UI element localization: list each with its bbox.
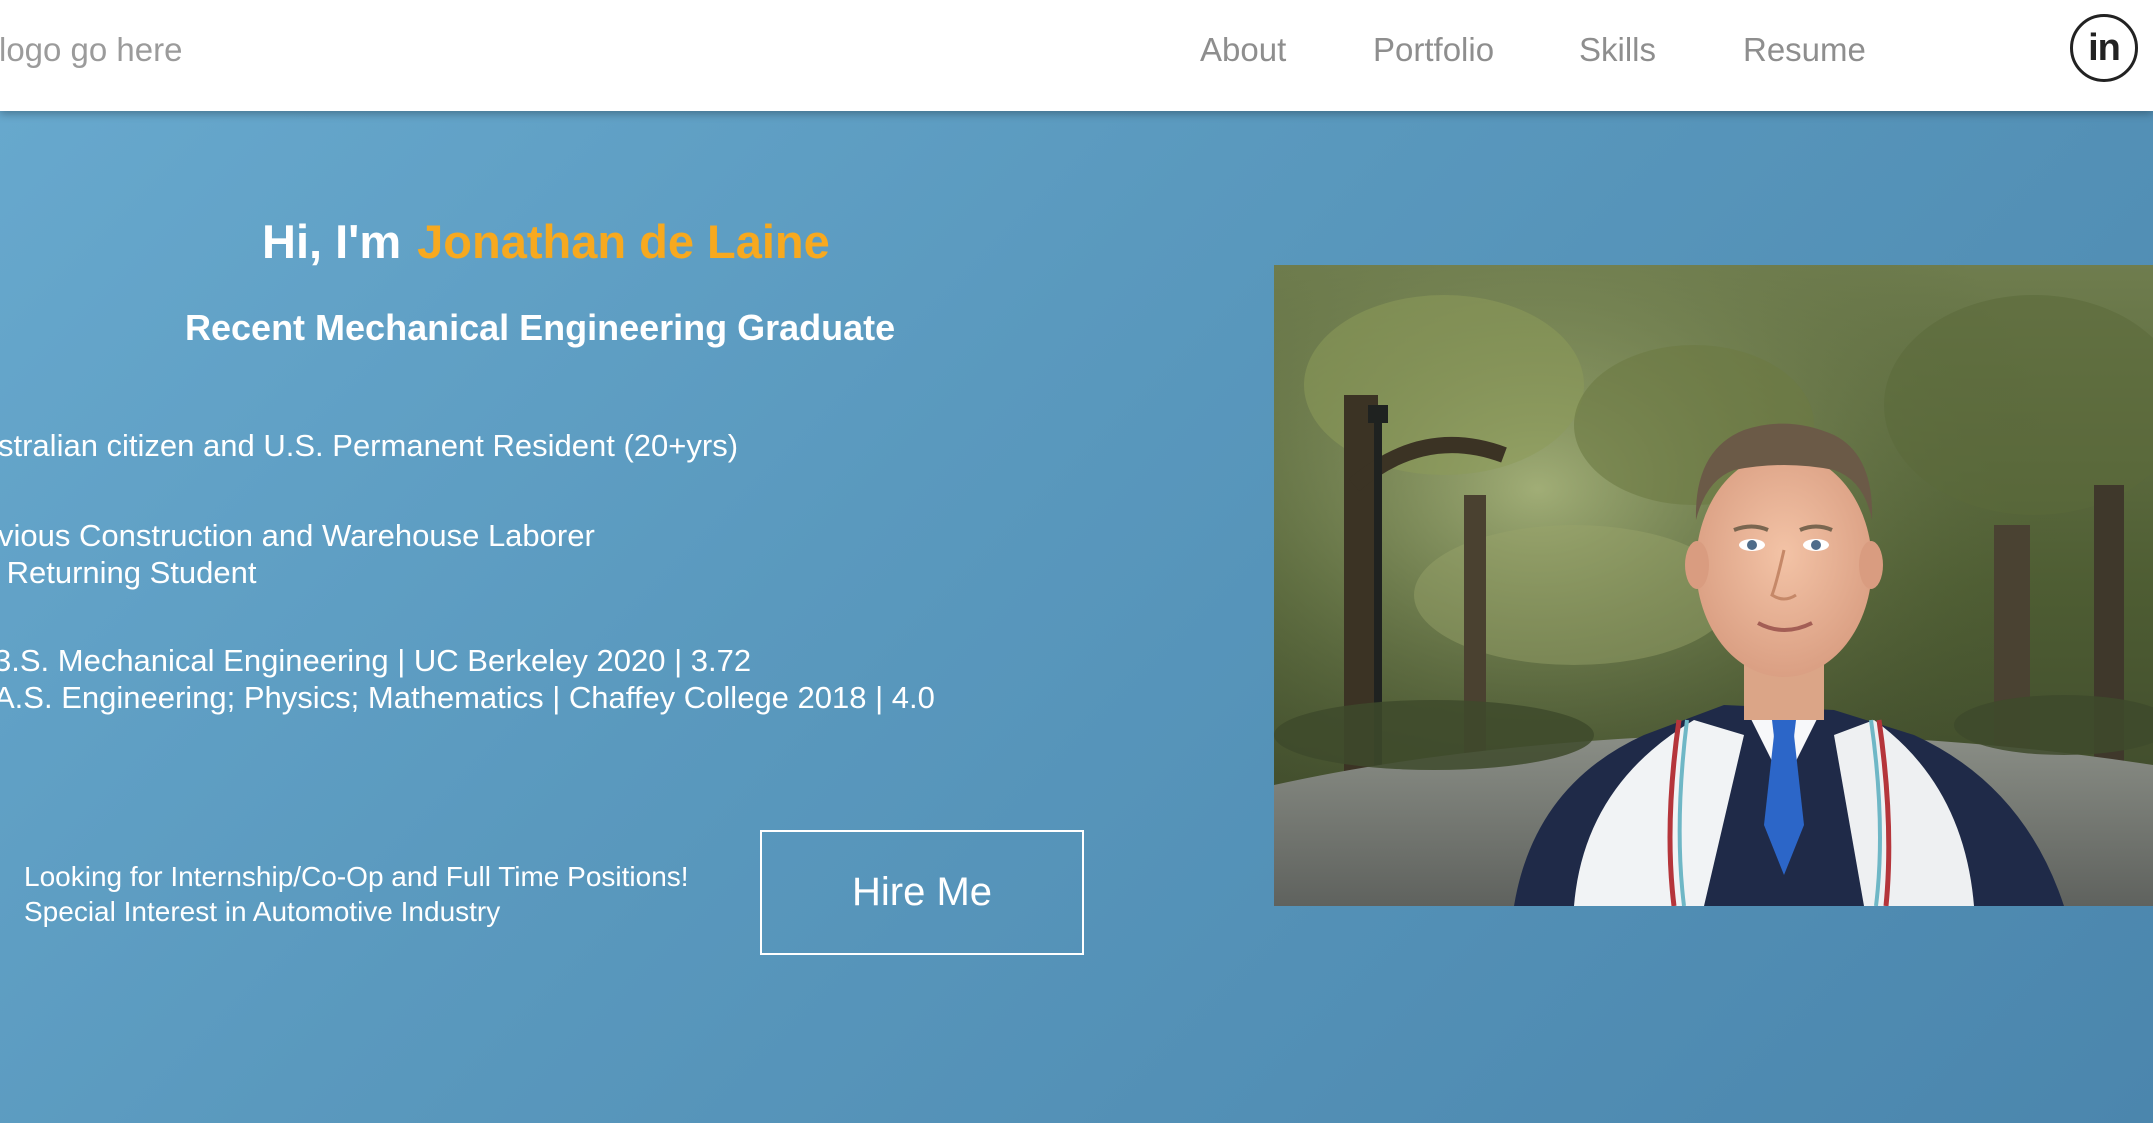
hire-me-button[interactable]: Hire Me xyxy=(760,830,1084,955)
bio-line-laborer: vious Construction and Warehouse Laborer xyxy=(0,518,595,553)
cta-text: Looking for Internship/Co-Op and Full Ti… xyxy=(24,859,689,929)
hero-section: Hi, I'm Jonathan de Laine Recent Mechanic… xyxy=(0,111,2153,1123)
hero-subtitle: Recent Mechanical Engineering Graduate xyxy=(185,307,896,348)
bio-line-citizenship: stralian citizen and U.S. Permanent Resi… xyxy=(0,428,739,463)
cta-line-positions: Looking for Internship/Co-Op and Full Ti… xyxy=(24,861,689,892)
education-line-chaffey: A.S. Engineering; Physics; Mathematics |… xyxy=(0,680,935,715)
nav-about[interactable]: About xyxy=(1200,31,1286,69)
greeting-prefix: Hi, I'm xyxy=(262,215,402,268)
bottom-strip xyxy=(0,1123,2153,1127)
nav-skills[interactable]: Skills xyxy=(1579,31,1656,69)
hero-name: Jonathan de Laine xyxy=(417,215,830,268)
cta-line-automotive: Special Interest in Automotive Industry xyxy=(24,896,501,927)
bio-line-student: Returning Student xyxy=(0,555,257,590)
graduate-portrait-photo xyxy=(1274,265,2153,906)
logo-placeholder[interactable]: logo go here xyxy=(0,31,182,69)
education-line-berkeley: 3.S. Mechanical Engineering | UC Berkele… xyxy=(0,643,752,678)
nav-resume[interactable]: Resume xyxy=(1743,31,1866,69)
linkedin-icon[interactable]: in xyxy=(2070,14,2138,82)
hero-greeting: Hi, I'm Jonathan de Laine xyxy=(262,214,830,269)
nav-portfolio[interactable]: Portfolio xyxy=(1373,31,1494,69)
linkedin-icon-text: in xyxy=(2088,26,2121,69)
site-header: logo go here About Portfolio Skills Resu… xyxy=(0,0,2153,111)
